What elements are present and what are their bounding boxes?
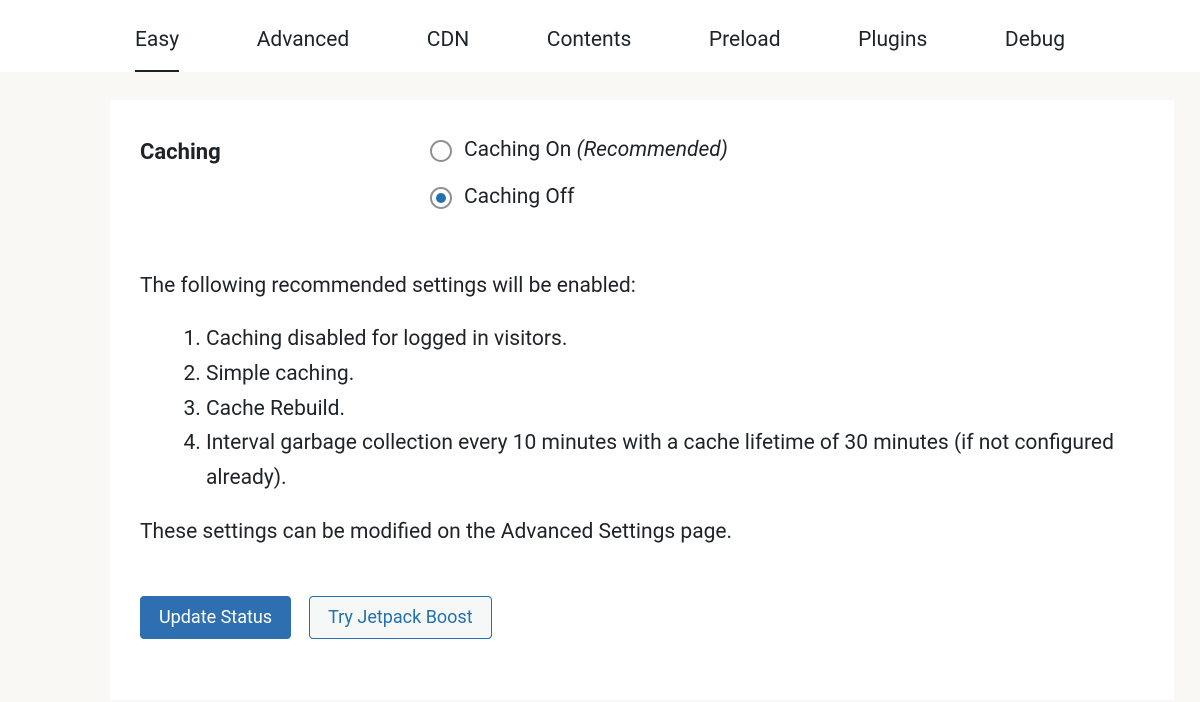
radio-circle-unchecked-icon	[430, 140, 452, 162]
radio-caching-on[interactable]: Caching On (Recommended)	[430, 138, 728, 163]
tab-debug[interactable]: Debug	[1005, 28, 1065, 70]
tab-contents[interactable]: Contents	[547, 28, 632, 70]
button-row: Update Status Try Jetpack Boost	[140, 596, 1144, 639]
description-intro: The following recommended settings will …	[140, 274, 1144, 298]
settings-panel: Caching Caching On (Recommended) Caching…	[110, 100, 1174, 700]
radio-circle-checked-icon	[430, 187, 452, 209]
radio-caching-off[interactable]: Caching Off	[430, 185, 728, 210]
tab-bar: Easy Advanced CDN Contents Preload Plugi…	[0, 0, 1200, 72]
tabs-container: Easy Advanced CDN Contents Preload Plugi…	[0, 0, 1200, 72]
list-item: Simple caching.	[206, 357, 1144, 392]
list-item: Cache Rebuild.	[206, 392, 1144, 427]
radio-caching-on-hint: (Recommended)	[577, 138, 728, 162]
radio-caching-on-label: Caching On	[464, 138, 577, 162]
tab-easy[interactable]: Easy	[135, 28, 179, 72]
description-outro: These settings can be modified on the Ad…	[140, 520, 1144, 544]
radio-caching-off-label: Caching Off	[464, 185, 574, 210]
panel-wrap: Caching Caching On (Recommended) Caching…	[0, 72, 1200, 700]
radio-group-caching: Caching On (Recommended) Caching Off	[430, 138, 728, 210]
tab-cdn[interactable]: CDN	[427, 28, 469, 70]
caching-row: Caching Caching On (Recommended) Caching…	[140, 138, 1144, 210]
description-block: The following recommended settings will …	[140, 274, 1144, 543]
tab-preload[interactable]: Preload	[709, 28, 781, 70]
tab-plugins[interactable]: Plugins	[858, 28, 927, 70]
radio-label: Caching On (Recommended)	[464, 138, 728, 163]
description-list: Caching disabled for logged in visitors.…	[140, 322, 1144, 495]
list-item: Interval garbage collection every 10 min…	[206, 426, 1144, 495]
update-status-button[interactable]: Update Status	[140, 596, 291, 639]
list-item: Caching disabled for logged in visitors.	[206, 322, 1144, 357]
try-jetpack-boost-button[interactable]: Try Jetpack Boost	[309, 596, 492, 639]
tab-advanced[interactable]: Advanced	[257, 28, 350, 70]
section-title-caching: Caching	[140, 138, 430, 165]
